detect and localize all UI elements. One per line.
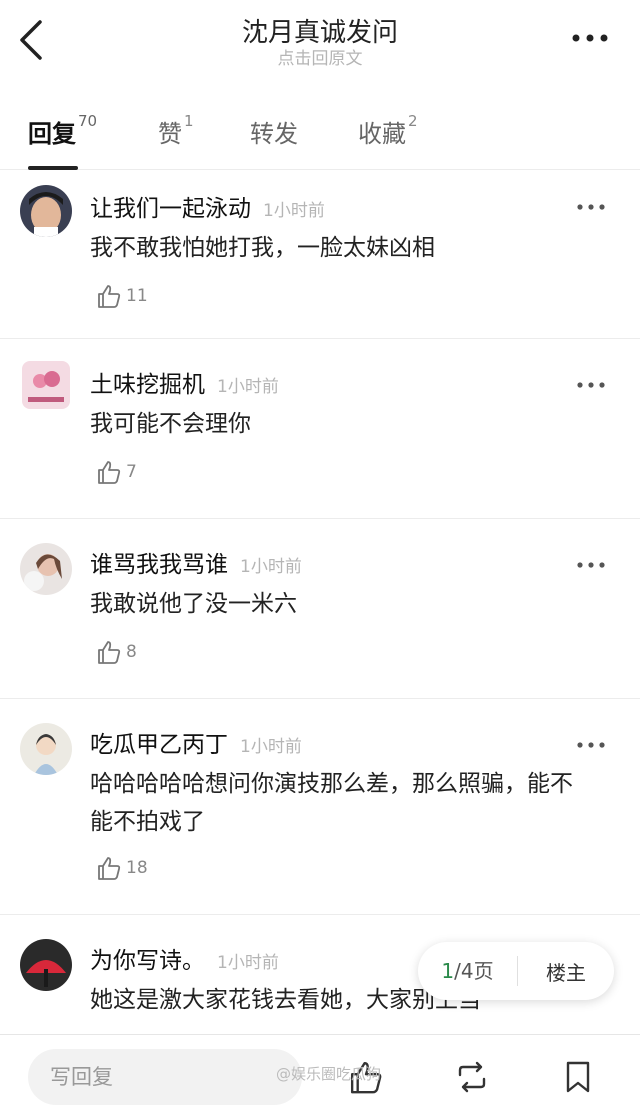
comment-time: 1小时前 <box>240 737 302 757</box>
comment-time: 1小时前 <box>263 201 325 221</box>
tab-favorites[interactable]: 收藏 2 <box>358 112 418 149</box>
thumbs-up-icon <box>98 641 121 664</box>
comment-text: 我可能不会理你 <box>90 411 251 437</box>
comment-time: 1小时前 <box>217 377 279 397</box>
like-button[interactable]: 7 <box>96 459 137 485</box>
avatar[interactable] <box>20 723 72 775</box>
more-options-icon[interactable] <box>570 28 610 48</box>
tab-replies[interactable]: 回复 70 <box>28 112 97 149</box>
tab-reposts[interactable]: 转发 <box>250 114 298 149</box>
avatar[interactable] <box>22 361 70 409</box>
comment-more-icon[interactable] <box>576 735 606 748</box>
comment-text: 哈哈哈哈哈想问你演技那么差，那么照骗，能不能不拍戏了 <box>90 771 573 835</box>
top-nav-bar: 沈月真诚发问 点击回原文 <box>0 0 640 90</box>
comment-more-icon[interactable] <box>576 555 606 568</box>
comment-more-icon[interactable] <box>576 197 606 210</box>
comment-author[interactable]: 让我们一起泳动 1小时前 <box>90 189 325 223</box>
like-count: 7 <box>126 462 137 482</box>
comment-author[interactable]: 土味挖掘机 1小时前 <box>90 365 279 399</box>
comment-time: 1小时前 <box>217 953 279 973</box>
like-count: 8 <box>126 642 137 662</box>
like-button[interactable]: 8 <box>96 639 137 665</box>
thumbs-up-icon <box>98 461 121 484</box>
comment-author[interactable]: 吃瓜甲乙丙丁 1小时前 <box>90 725 302 759</box>
page-indicator[interactable]: 1/4页 <box>418 956 518 986</box>
watermark-text: @娱乐圈吃瓜狗 <box>276 1065 382 1083</box>
reply-input[interactable]: 写回复 <box>28 1049 302 1105</box>
avatar[interactable] <box>20 939 72 991</box>
repost-icon[interactable] <box>454 1059 490 1095</box>
comment-item: 吃瓜甲乙丙丁 1小时前 哈哈哈哈哈想问你演技那么差，那么照骗，能不能不拍戏了 18 <box>0 699 640 915</box>
comment-author[interactable]: 谁骂我我骂谁 1小时前 <box>90 545 302 579</box>
comment-item: 谁骂我我骂谁 1小时前 我敢说他了没一米六 8 <box>0 519 640 699</box>
like-count: 18 <box>126 858 148 878</box>
op-only-button[interactable]: 楼主 <box>518 957 614 986</box>
avatar[interactable] <box>20 543 72 595</box>
avatar[interactable] <box>20 185 72 237</box>
comment-more-icon[interactable] <box>576 375 606 388</box>
comment-item: 土味挖掘机 1小时前 我可能不会理你 7 <box>0 339 640 519</box>
comment-text: 我敢说他了没一米六 <box>90 591 297 617</box>
thumbs-up-icon <box>98 857 121 880</box>
comment-text: 我不敢我怕她打我，一脸太妹凶相 <box>90 235 435 261</box>
like-count: 11 <box>126 286 148 306</box>
comment-time: 1小时前 <box>240 557 302 577</box>
thumbs-up-icon <box>98 285 121 308</box>
active-tab-indicator <box>28 166 78 170</box>
like-button[interactable]: 11 <box>96 283 148 309</box>
comment-author[interactable]: 为你写诗。 1小时前 <box>90 941 279 975</box>
view-original-link[interactable]: 点击回原文 <box>0 44 640 69</box>
tab-bar: 回复 70 赞1 转发 收藏 2 <box>0 100 640 170</box>
comment-list: 让我们一起泳动 1小时前 我不敢我怕她打我，一脸太妹凶相 11 土味挖掘机 1小时前… <box>0 171 640 1035</box>
bookmark-icon[interactable] <box>560 1059 596 1095</box>
tab-likes[interactable]: 赞1 <box>158 112 194 149</box>
like-button[interactable]: 18 <box>96 855 148 881</box>
page-navigator: 1/4页 楼主 <box>418 942 614 1000</box>
comment-item: 让我们一起泳动 1小时前 我不敢我怕她打我，一脸太妹凶相 11 <box>0 171 640 339</box>
